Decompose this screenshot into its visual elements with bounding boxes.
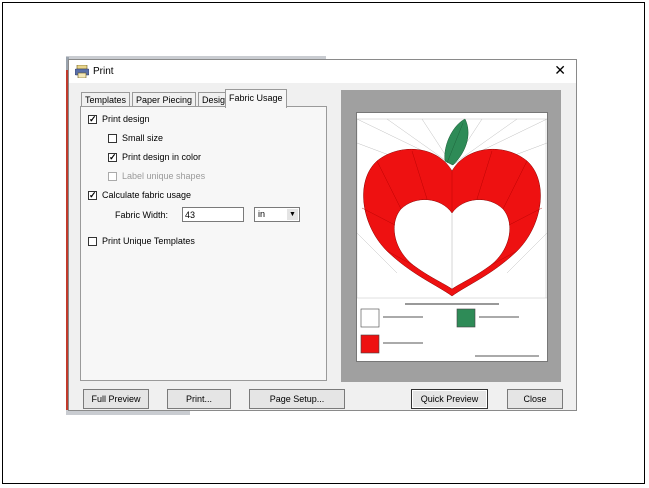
- page-setup-button[interactable]: Page Setup...: [249, 389, 345, 409]
- print-button[interactable]: Print...: [167, 389, 231, 409]
- tab-templates[interactable]: Templates: [81, 92, 131, 107]
- checkbox-label: Print design: [102, 114, 150, 124]
- label-unique-shapes-checkbox: Label unique shapes: [108, 171, 205, 181]
- calculate-fabric-usage-checkbox[interactable]: ✓ Calculate fabric usage: [88, 190, 191, 200]
- print-design-checkbox[interactable]: ✓ Print design: [88, 114, 150, 124]
- checkbox-label: Label unique shapes: [122, 171, 206, 181]
- fabric-width-unit-select[interactable]: in ▼: [254, 207, 300, 222]
- full-preview-button[interactable]: Full Preview: [83, 389, 149, 409]
- print-unique-templates-checkbox[interactable]: Print Unique Templates: [88, 236, 195, 246]
- print-in-color-checkbox[interactable]: ✓ Print design in color: [108, 152, 201, 162]
- preview-page: [356, 112, 548, 362]
- checkbox-box: ✓: [88, 189, 97, 200]
- checkbox-box: [88, 236, 97, 246]
- checkbox-label: Small size: [122, 133, 164, 143]
- close-icon[interactable]: ✕: [554, 63, 566, 77]
- dialog-title: Print: [93, 66, 114, 77]
- checkbox-box: ✓: [108, 151, 117, 162]
- unit-select-value: in: [258, 209, 266, 219]
- apple-heart-design-preview: [357, 118, 547, 357]
- close-button[interactable]: Close: [507, 389, 563, 409]
- checkbox-box: ✓: [88, 113, 97, 124]
- checkbox-box: [108, 133, 117, 143]
- tab-fabric-usage[interactable]: Fabric Usage: [225, 89, 287, 108]
- fabric-usage-panel: ✓ Print design Small size ✓ Print design…: [80, 106, 327, 381]
- dialog-titlebar: Print ✕: [69, 60, 576, 83]
- quick-preview-button[interactable]: Quick Preview: [411, 389, 488, 409]
- checkbox-label: Calculate fabric usage: [102, 190, 192, 200]
- tab-paper-piecing[interactable]: Paper Piecing: [132, 92, 197, 107]
- checkbox-label: Print Unique Templates: [102, 236, 195, 246]
- small-size-checkbox[interactable]: Small size: [108, 133, 163, 143]
- fabric-swatch-red: [360, 334, 380, 354]
- checkbox-label: Print design in color: [122, 152, 202, 162]
- printer-icon: [75, 65, 89, 78]
- print-preview-area: [341, 90, 561, 382]
- fabric-width-input[interactable]: [182, 207, 244, 222]
- fabric-width-label: Fabric Width:: [115, 210, 169, 220]
- checkbox-box: [108, 171, 117, 181]
- print-dialog: Print ✕ Templates Paper Piecing Design F…: [68, 59, 577, 411]
- fabric-swatch-white: [360, 308, 380, 328]
- fabric-swatch-green: [456, 308, 476, 328]
- chevron-down-icon: ▼: [287, 209, 298, 220]
